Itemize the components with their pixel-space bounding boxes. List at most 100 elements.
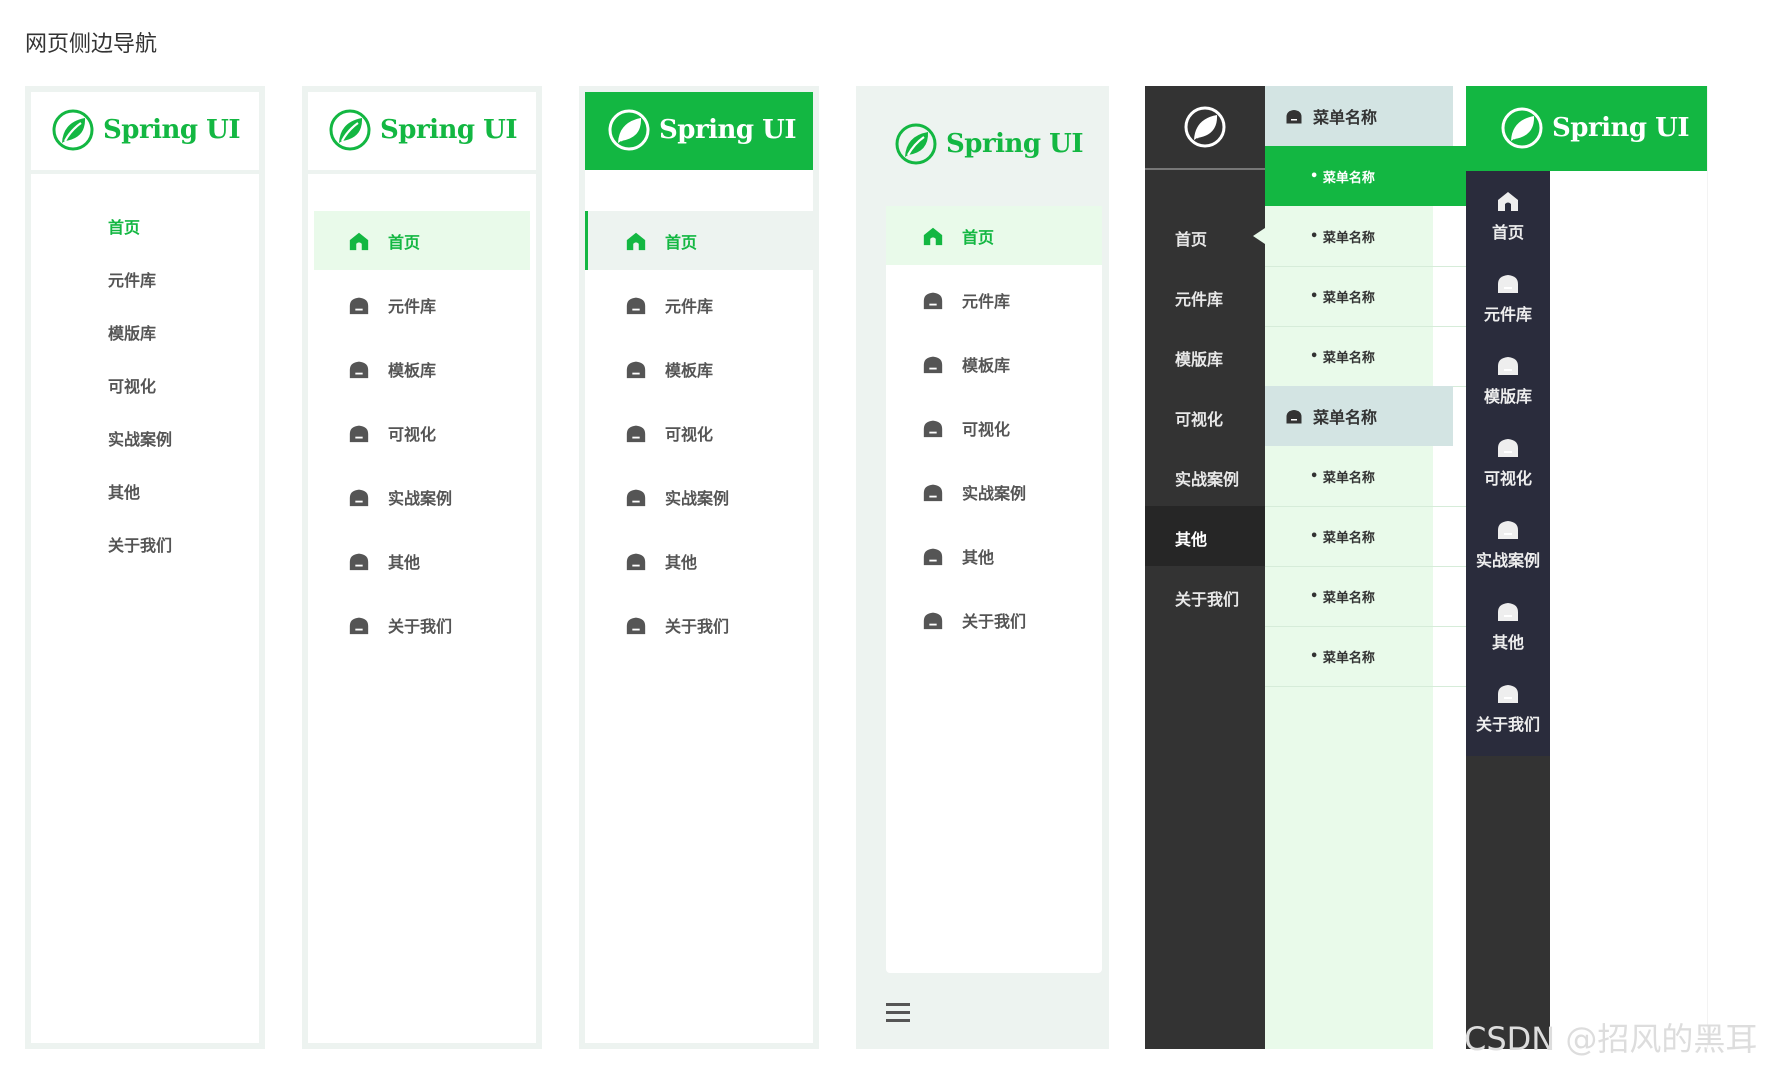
- nav-item-cases[interactable]: 实战案例: [108, 426, 172, 450]
- dome-icon: [348, 614, 370, 636]
- leaf-logo-icon: [894, 122, 938, 166]
- nav-item-components[interactable]: 元件库: [1175, 286, 1223, 310]
- brand-name: Spring UI: [659, 115, 797, 145]
- nav-item-about[interactable]: 关于我们: [348, 613, 452, 637]
- dome-icon: [922, 289, 944, 311]
- sidebar-header: Spring UI: [31, 92, 259, 174]
- dome-icon: [922, 417, 944, 439]
- nav-item-home[interactable]: 首页: [348, 229, 420, 253]
- content-frame: [1550, 86, 1708, 1049]
- dome-icon: [922, 545, 944, 567]
- nav-item-visualization[interactable]: 可视化: [348, 421, 436, 445]
- dome-icon: [348, 358, 370, 380]
- nav-item-other[interactable]: 其他: [1466, 599, 1550, 653]
- watermark: CSDN @招风的黑耳: [1464, 1020, 1758, 1058]
- nav-item-templates[interactable]: 模板库: [625, 357, 713, 381]
- brand-name: Spring UI: [946, 129, 1084, 159]
- brand-name: Spring UI: [103, 115, 241, 145]
- nav-item-cases[interactable]: 实战案例: [1175, 466, 1239, 490]
- home-icon: [1496, 189, 1520, 213]
- submenu-flyout: 菜单名称 • 菜单名称 • 菜单名称 • 菜单名称 • 菜单名称 菜单名称 • …: [1265, 86, 1478, 1049]
- nav-item-other[interactable]: 其他: [625, 549, 697, 573]
- nav-item-home[interactable]: 首页: [1466, 189, 1550, 243]
- nav-item-components[interactable]: 元件库: [922, 288, 1010, 312]
- nav-item-other[interactable]: 其他: [1175, 526, 1207, 550]
- nav-item-templates[interactable]: 模板库: [348, 357, 436, 381]
- active-item-highlight: [585, 211, 816, 270]
- submenu-item[interactable]: • 菜单名称: [1265, 446, 1478, 507]
- dome-icon: [922, 609, 944, 631]
- nav-item-home[interactable]: 首页: [108, 214, 140, 238]
- dome-icon: [1285, 407, 1303, 425]
- nav-item-home[interactable]: 首页: [922, 224, 994, 248]
- submenu-item[interactable]: • 菜单名称: [1265, 326, 1478, 387]
- leaf-logo-icon: [607, 108, 651, 152]
- dome-icon: [922, 481, 944, 503]
- nav-item-components[interactable]: 元件库: [625, 293, 713, 317]
- leaf-logo-icon: [51, 108, 95, 152]
- submenu-item[interactable]: • 菜单名称: [1265, 266, 1478, 327]
- nav-item-about[interactable]: 关于我们: [1175, 586, 1239, 610]
- nav-item-templates[interactable]: 模板库: [922, 352, 1010, 376]
- nav-item-other[interactable]: 其他: [922, 544, 994, 568]
- nav-item-cases[interactable]: 实战案例: [1466, 517, 1550, 571]
- home-icon: [348, 230, 370, 252]
- nav-item-about[interactable]: 关于我们: [108, 532, 172, 556]
- submenu-item[interactable]: • 菜单名称: [1265, 146, 1478, 206]
- submenu-item[interactable]: • 菜单名称: [1265, 626, 1478, 687]
- nav-item-home[interactable]: 首页: [1175, 226, 1207, 250]
- dome-icon: [1496, 435, 1520, 459]
- nav-item-about[interactable]: 关于我们: [922, 608, 1026, 632]
- sidebar-variant-6-header: Spring UI: [1466, 86, 1707, 171]
- nav-item-other[interactable]: 其他: [108, 479, 140, 503]
- nav-item-visualization[interactable]: 可视化: [922, 416, 1010, 440]
- leaf-logo-icon[interactable]: [1183, 105, 1227, 149]
- submenu-item[interactable]: • 菜单名称: [1265, 566, 1478, 627]
- hamburger-icon[interactable]: [886, 1002, 910, 1024]
- dome-icon: [348, 550, 370, 572]
- dome-icon: [922, 353, 944, 375]
- logo[interactable]: Spring UI: [607, 108, 797, 152]
- dome-icon: [1496, 681, 1520, 705]
- nav-item-cases[interactable]: 实战案例: [348, 485, 452, 509]
- nav-item-templates[interactable]: 模版库: [1466, 353, 1550, 407]
- logo[interactable]: Spring UI: [51, 108, 241, 152]
- nav-item-visualization[interactable]: 可视化: [1466, 435, 1550, 489]
- nav-item-components[interactable]: 元件库: [1466, 271, 1550, 325]
- nav-item-cases[interactable]: 实战案例: [625, 485, 729, 509]
- nav-item-templates[interactable]: 模版库: [1175, 346, 1223, 370]
- nav-item-visualization[interactable]: 可视化: [108, 373, 156, 397]
- sidebar-variant-3: Spring UI 首页 元件库 模板库 可视化 实战案例 其他 关于我们: [579, 86, 819, 1049]
- nav-item-about[interactable]: 关于我们: [625, 613, 729, 637]
- nav-item-components[interactable]: 元件库: [348, 293, 436, 317]
- nav-item-templates[interactable]: 模版库: [108, 320, 156, 344]
- sidebar-header: Spring UI: [308, 92, 536, 174]
- submenu-group-1[interactable]: 菜单名称: [1265, 86, 1453, 146]
- nav-item-components[interactable]: 元件库: [108, 267, 156, 291]
- nav-item-other[interactable]: 其他: [348, 549, 420, 573]
- submenu-group-2[interactable]: 菜单名称: [1265, 386, 1453, 446]
- flyout-pointer: [1253, 228, 1265, 244]
- logo[interactable]: Spring UI: [894, 122, 1084, 166]
- logo[interactable]: Spring UI: [328, 108, 518, 152]
- nav-item-visualization[interactable]: 可视化: [1175, 406, 1223, 430]
- logo[interactable]: Spring UI: [1500, 106, 1690, 150]
- dome-icon: [1496, 271, 1520, 295]
- dome-icon: [1496, 599, 1520, 623]
- active-item-highlight: [314, 211, 530, 270]
- dome-icon: [625, 294, 647, 316]
- sidebar-header: Spring UI: [585, 92, 813, 170]
- menu-card: [886, 206, 1102, 973]
- dome-icon: [625, 358, 647, 380]
- nav-item-cases[interactable]: 实战案例: [922, 480, 1026, 504]
- nav-item-home[interactable]: 首页: [625, 229, 697, 253]
- submenu-item[interactable]: • 菜单名称: [1265, 206, 1478, 267]
- nav-item-visualization[interactable]: 可视化: [625, 421, 713, 445]
- nav-item-about[interactable]: 关于我们: [1466, 681, 1550, 735]
- dome-icon: [1285, 107, 1303, 125]
- dome-icon: [625, 422, 647, 444]
- submenu-item[interactable]: • 菜单名称: [1265, 506, 1478, 567]
- page-title: 网页侧边导航: [25, 32, 158, 57]
- home-icon: [922, 225, 944, 247]
- dome-icon: [1496, 353, 1520, 377]
